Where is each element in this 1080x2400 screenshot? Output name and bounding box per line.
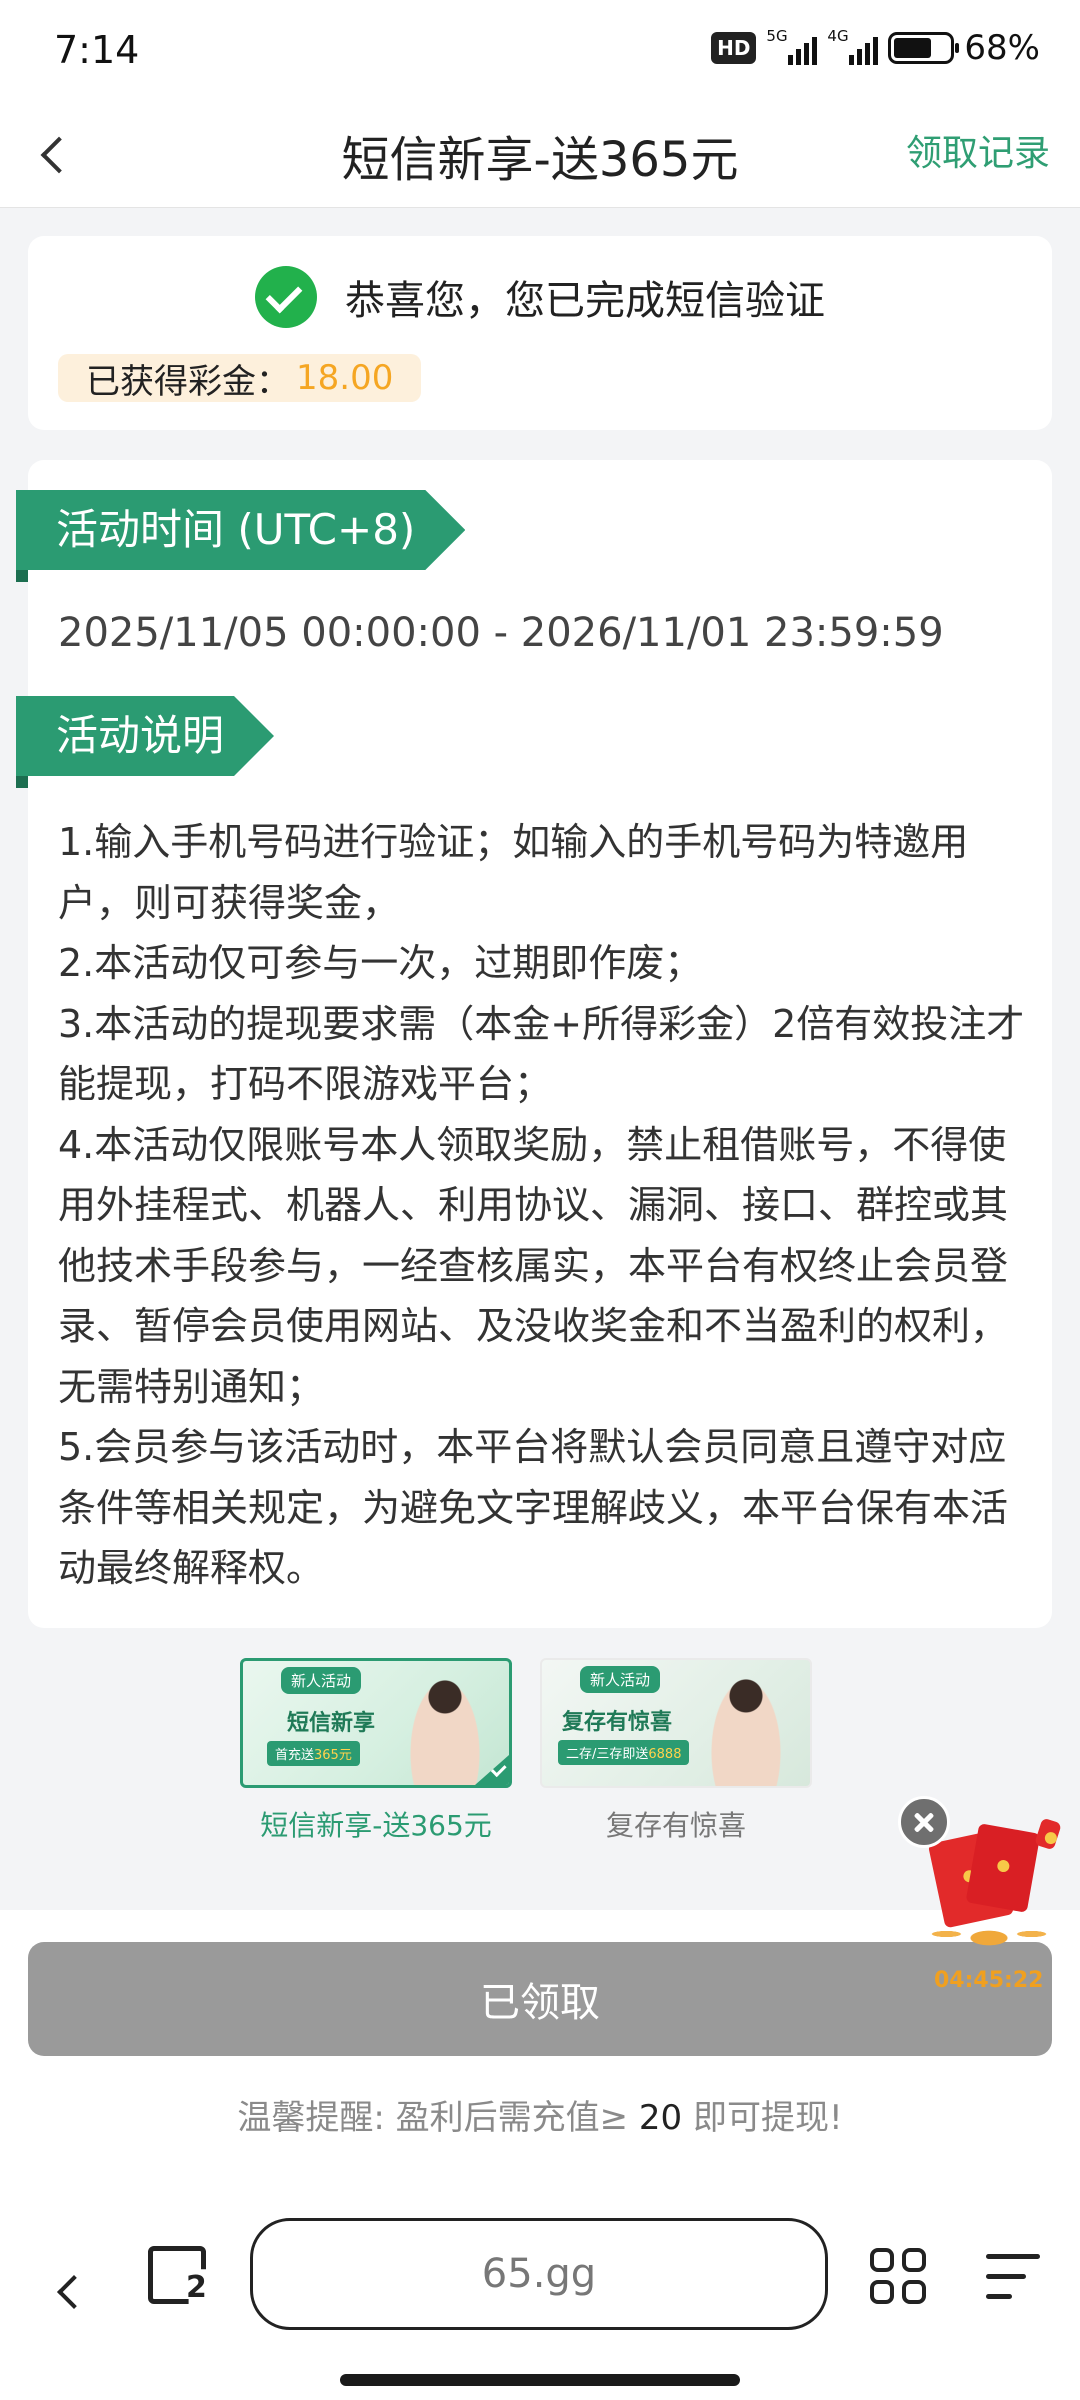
- activity-time-range: 2025/11/05 00:00:00 - 2026/11/01 23:59:5…: [58, 610, 944, 656]
- promo-model-image: [706, 1670, 786, 1786]
- signal-5g-icon: 5G: [766, 27, 818, 65]
- success-row: 恭喜您，您已完成短信验证: [28, 266, 1052, 328]
- signal-4g-icon: 4G: [827, 27, 879, 65]
- tab-count: 2: [186, 2270, 207, 2305]
- rule-item: 2.本活动仅可参与一次，过期即作废；: [58, 941, 703, 985]
- browser-back-icon[interactable]: [44, 2266, 94, 2316]
- promo-redeposit[interactable]: 新人活动 复存有惊喜 二存/三存即送6888 复存有惊喜: [540, 1658, 812, 1844]
- ribbon-fold: [16, 570, 28, 582]
- rule-item: 5.会员参与该活动时，本平台将默认会员同意且遵守对应条件等相关规定，为避免文字理…: [58, 1425, 1009, 1590]
- activity-details-card: 活动时间 (UTC+8) 2025/11/05 00:00:00 - 2026/…: [16, 460, 1052, 1628]
- claim-records-link[interactable]: 领取记录: [906, 124, 1050, 176]
- countdown-timer: 04:45:22: [934, 1968, 1044, 1993]
- promo-tag: 新人活动: [281, 1667, 362, 1694]
- red-envelope-widget[interactable]: 04:45:22: [898, 1796, 1068, 1996]
- rule-item: 3.本活动的提现要求需（本金+所得彩金）2倍有效投注才能提现，打码不限游戏平台；: [58, 1001, 1025, 1107]
- promo-sms-new[interactable]: 新人活动 短信新享 首充送365元 短信新享-送365元: [240, 1658, 512, 1844]
- browser-toolbar: 2 65.gg: [0, 2210, 1080, 2400]
- tip-amount: 20: [638, 2098, 683, 2138]
- verification-success-card: 恭喜您，您已完成短信验证 已获得彩金： 18.00: [28, 236, 1052, 430]
- menu-icon[interactable]: [986, 2254, 1040, 2304]
- check-circle-icon: [255, 266, 317, 328]
- promo-banner[interactable]: 新人活动 复存有惊喜 二存/三存即送6888: [540, 1658, 812, 1788]
- home-indicator[interactable]: [340, 2374, 740, 2386]
- status-icons: HD 5G 4G 68%: [711, 27, 1040, 68]
- activity-desc-heading: 活动说明: [16, 696, 274, 776]
- status-bar: 7:14 HD 5G 4G 68%: [0, 0, 1080, 100]
- ribbon-fold: [16, 776, 28, 788]
- hd-voice-icon: HD: [711, 32, 757, 64]
- page-header: 短信新享-送365元 领取记录: [0, 100, 1080, 208]
- promo-subtitle: 首充送365元: [267, 1741, 360, 1766]
- promo-label: 复存有惊喜: [605, 1809, 746, 1842]
- promo-tag: 新人活动: [580, 1666, 661, 1693]
- apps-grid-icon[interactable]: [870, 2248, 930, 2308]
- battery-percent: 68%: [964, 28, 1040, 68]
- rule-item: 4.本活动仅限账号本人领取奖励，禁止租借账号，不得使用外挂程式、机器人、利用协议…: [58, 1122, 1009, 1409]
- withdraw-tip: 温馨提醒: 盈利后需充值≥ 20 即可提现!: [237, 2098, 843, 2138]
- promo-name: 复存有惊喜: [562, 1710, 673, 1735]
- bonus-value: 18.00: [296, 358, 394, 398]
- status-time: 7:14: [54, 28, 140, 72]
- rule-item: 1.输入手机号码进行验证；如输入的手机号码为特邀用户，则可获得奖金，: [58, 820, 969, 925]
- promo-subtitle: 二存/三存即送6888: [558, 1740, 690, 1765]
- address-bar[interactable]: 65.gg: [250, 2218, 828, 2330]
- close-icon[interactable]: [898, 1796, 950, 1848]
- activity-description: 1.输入手机号码进行验证；如输入的手机号码为特邀用户，则可获得奖金， 2.本活动…: [58, 812, 1038, 1599]
- promo-model-image: [405, 1671, 485, 1785]
- promo-label: 短信新享-送365元: [260, 1809, 492, 1842]
- promo-banner[interactable]: 新人活动 短信新享 首充送365元: [240, 1658, 512, 1788]
- activity-time-heading: 活动时间 (UTC+8): [16, 490, 465, 570]
- success-message: 恭喜您，您已完成短信验证: [345, 278, 825, 324]
- bonus-badge: 已获得彩金： 18.00: [58, 354, 422, 402]
- promo-name: 短信新享: [287, 1711, 376, 1736]
- red-envelope-icon[interactable]: [918, 1817, 1062, 1956]
- battery-icon: [888, 32, 960, 64]
- bonus-label: 已获得彩金：: [86, 361, 290, 402]
